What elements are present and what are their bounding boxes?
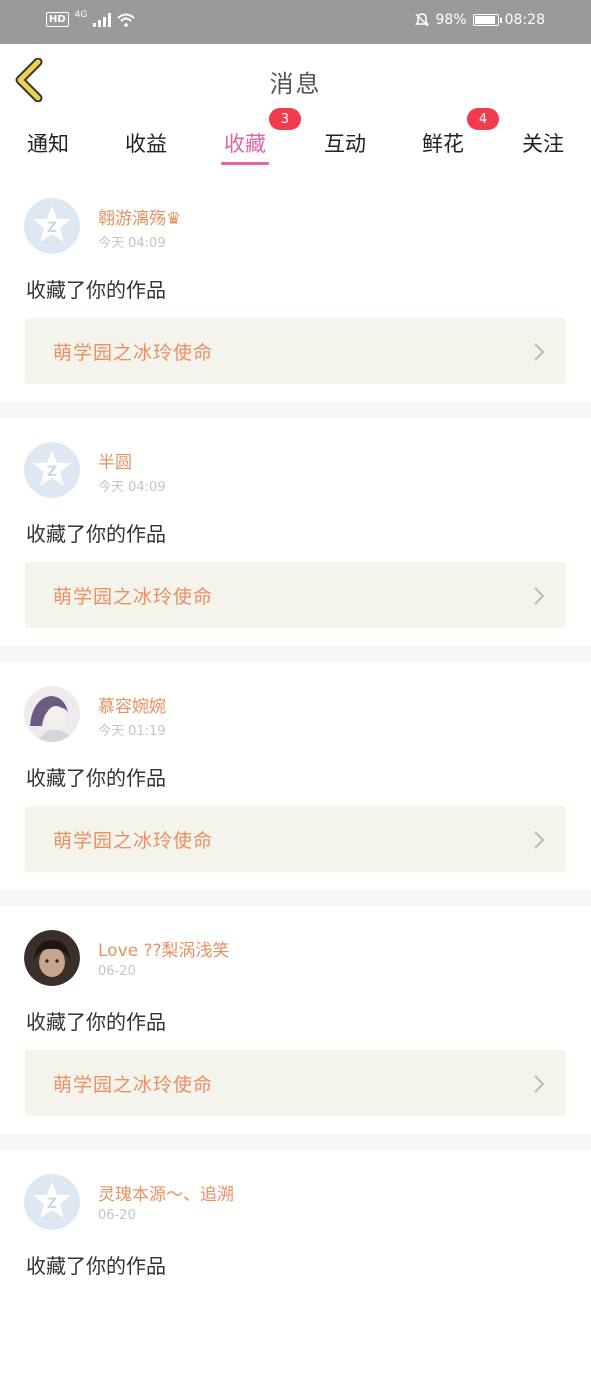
work-link[interactable]: 萌学园之冰玲使命 [25, 562, 566, 628]
unread-badge: 4 [467, 108, 499, 130]
chevron-right-icon [534, 1075, 545, 1093]
tab-label: 收藏 [224, 132, 266, 156]
app-header: 消息 [0, 44, 591, 117]
default-avatar-icon: Z [24, 1174, 80, 1230]
signal-icon [93, 12, 112, 27]
default-avatar-icon: Z [24, 442, 80, 498]
status-right: 98% 08:28 [414, 12, 545, 28]
username[interactable]: 翱游漓殇♛ [98, 204, 181, 229]
mute-bell-icon [414, 13, 429, 27]
photo-avatar-boy-icon [24, 930, 80, 986]
message-item: Love ??梨涡浅笑 06-20 收藏了你的作品 萌学园之冰玲使命 [0, 906, 591, 1134]
work-link[interactable]: 萌学园之冰玲使命 [25, 318, 566, 384]
tab-label: 互动 [324, 132, 366, 156]
chevron-right-icon [534, 343, 545, 361]
divider [0, 890, 591, 906]
avatar[interactable]: Z [24, 442, 80, 498]
work-title: 萌学园之冰玲使命 [53, 830, 214, 852]
action-text: 收藏了你的作品 [26, 522, 166, 546]
work-title: 萌学园之冰玲使命 [53, 342, 214, 364]
tab-follow[interactable]: 关注 [513, 128, 573, 158]
timestamp: 06-20 [98, 1208, 136, 1223]
divider [0, 402, 591, 418]
avatar[interactable]: Z [24, 1174, 80, 1230]
active-tab-indicator [221, 162, 269, 165]
status-bar: HD 4G 98% 08:28 [0, 0, 591, 44]
tab-label: 收益 [125, 132, 167, 156]
photo-avatar-girl-icon [24, 686, 80, 742]
chevron-right-icon [534, 587, 545, 605]
tab-interaction[interactable]: 互动 [315, 128, 375, 158]
tab-label: 鲜花 [422, 132, 464, 156]
wifi-icon [117, 13, 136, 27]
battery-percent: 98% [435, 12, 467, 28]
tab-label: 通知 [27, 132, 69, 156]
avatar[interactable] [24, 686, 80, 742]
timestamp: 今天 04:09 [98, 480, 166, 495]
tab-bar: 通知 收益 收藏 3 互动 鲜花 4 关注 [0, 108, 591, 174]
avatar[interactable] [24, 930, 80, 986]
tab-label: 关注 [522, 132, 564, 156]
username[interactable]: 半圆 [98, 448, 132, 473]
work-title: 萌学园之冰玲使命 [53, 586, 214, 608]
divider [0, 646, 591, 662]
tab-notice[interactable]: 通知 [18, 128, 78, 158]
status-left: HD 4G [46, 9, 136, 27]
message-item: Z 半圆 今天 04:09 收藏了你的作品 萌学园之冰玲使命 [0, 418, 591, 646]
action-text: 收藏了你的作品 [26, 766, 166, 790]
username[interactable]: Love ??梨涡浅笑 [98, 936, 230, 961]
tab-earnings[interactable]: 收益 [116, 128, 176, 158]
timestamp: 今天 01:19 [98, 724, 166, 739]
timestamp: 06-20 [98, 964, 136, 979]
page-title: 消息 [269, 70, 322, 98]
work-link[interactable]: 萌学园之冰玲使命 [25, 806, 566, 872]
battery-icon [472, 14, 502, 26]
hd-indicator: HD [46, 12, 69, 27]
action-text: 收藏了你的作品 [26, 1010, 166, 1034]
message-item: 慕容婉婉 今天 01:19 收藏了你的作品 萌学园之冰玲使命 [0, 662, 591, 890]
tab-flowers[interactable]: 鲜花 4 [413, 108, 499, 158]
action-text: 收藏了你的作品 [26, 278, 166, 302]
timestamp: 今天 04:09 [98, 236, 166, 251]
svg-text:Z: Z [47, 464, 57, 480]
chevron-right-icon [534, 831, 545, 849]
message-item: Z 翱游漓殇♛ 今天 04:09 收藏了你的作品 萌学园之冰玲使命 [0, 174, 591, 402]
username[interactable]: 慕容婉婉 [98, 692, 166, 717]
svg-text:Z: Z [47, 1196, 57, 1212]
unread-badge: 3 [269, 108, 301, 130]
svg-text:Z: Z [47, 220, 57, 236]
action-text: 收藏了你的作品 [26, 1254, 166, 1278]
network-type: 4G [74, 9, 88, 20]
divider [0, 1134, 591, 1150]
avatar[interactable]: Z [24, 198, 80, 254]
username[interactable]: 灵瑰本源～、追溯 [98, 1180, 234, 1205]
tab-favorites[interactable]: 收藏 3 [215, 108, 301, 165]
work-title: 萌学园之冰玲使命 [53, 1074, 214, 1096]
clock: 08:28 [504, 12, 545, 28]
default-avatar-icon: Z [24, 198, 80, 254]
message-item: Z 灵瑰本源～、追溯 06-20 收藏了你的作品 [0, 1150, 591, 1378]
work-link[interactable]: 萌学园之冰玲使命 [25, 1050, 566, 1116]
message-list: Z 翱游漓殇♛ 今天 04:09 收藏了你的作品 萌学园之冰玲使命 Z 半圆 今… [0, 174, 591, 1378]
